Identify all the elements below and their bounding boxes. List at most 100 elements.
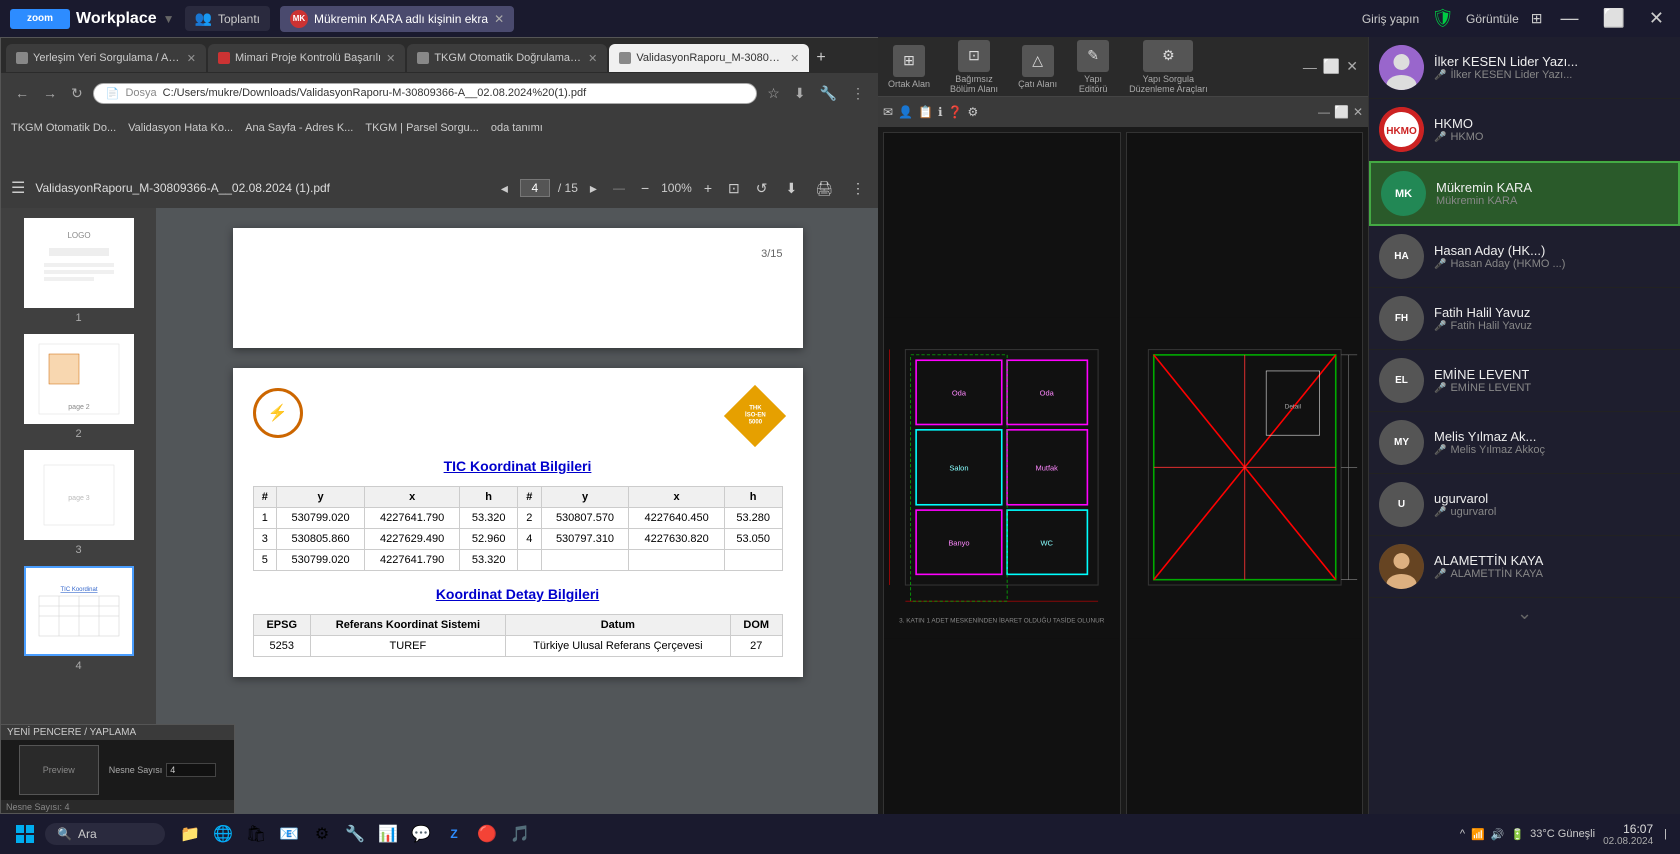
bookmark-2[interactable]: Validasyon Hata Ko...: [128, 122, 233, 134]
tab-1-icon: [16, 52, 28, 64]
goruntle-label[interactable]: Görüntüle: [1466, 12, 1519, 26]
pdf-print[interactable]: 🖨: [811, 178, 837, 199]
start-button[interactable]: [10, 819, 40, 849]
cad-icon-max[interactable]: ⬜: [1334, 105, 1349, 119]
pdf-more[interactable]: ⋮: [847, 178, 869, 199]
cad-icon-min[interactable]: —: [1318, 105, 1330, 119]
bookmark-5[interactable]: oda tanımı: [491, 122, 543, 134]
participant-hkmo[interactable]: HKMO HKMO 🎤 HKMO: [1369, 99, 1680, 161]
new-tab-button[interactable]: +: [811, 49, 830, 67]
browser-chrome: Yerleşim Yeri Sorgulama / Adre... ✕ Mima…: [1, 38, 879, 168]
pdf-thumb-4[interactable]: TIC Koordinat 4: [11, 566, 146, 672]
browser-tab-3[interactable]: TKGM Otomatik Doğrulama U... ✕: [407, 44, 607, 72]
pdf-thumb-img-3: page 3: [24, 450, 134, 540]
pdf-thumb-1[interactable]: LOGO 1: [11, 218, 146, 324]
pdf-menu-icon[interactable]: ☰: [11, 178, 25, 198]
cad-close[interactable]: ✕: [1346, 58, 1358, 75]
cad-drawing-right[interactable]: Detail: [1126, 132, 1364, 824]
maximize-button[interactable]: ⬜: [1596, 6, 1630, 31]
participant-ilker[interactable]: İlker KESEN Lider Yazı... 🎤 İlker KESEN …: [1369, 37, 1680, 99]
taskbar-icon-files[interactable]: 📁: [175, 819, 205, 849]
meeting-tab[interactable]: 👥 Toplantı: [185, 6, 270, 31]
pdf-zoom-out[interactable]: −: [637, 178, 653, 198]
pdf-fit-page[interactable]: ⊡: [724, 178, 744, 199]
bookmark-4[interactable]: TKGM | Parsel Sorgu...: [365, 122, 479, 134]
taskbar-icon-app1[interactable]: 🔧: [340, 819, 370, 849]
cad-icon-3[interactable]: 📋: [918, 105, 933, 119]
cad-tool-yapi-editor[interactable]: ✎ YapıEditörü: [1077, 40, 1109, 94]
pdf-download[interactable]: ⬇: [781, 178, 801, 199]
pdf-main[interactable]: 3/15 ⚡: [156, 208, 879, 853]
taskbar-clock[interactable]: 16:07 02.08.2024: [1603, 822, 1653, 847]
cad-maximize[interactable]: ⬜: [1323, 58, 1340, 75]
cad-icon-6[interactable]: ⚙: [967, 105, 978, 119]
pdf-page-input[interactable]: [520, 179, 550, 197]
systray-arrow[interactable]: ^: [1460, 828, 1465, 840]
taskbar-icon-whatsapp[interactable]: 💬: [406, 819, 436, 849]
cad-drawing-left[interactable]: Oda Oda Salon Mutfak Banyo WC 3. KATIN 1…: [883, 132, 1121, 824]
tab-1-close[interactable]: ✕: [187, 52, 196, 65]
back-button[interactable]: ←: [11, 83, 33, 103]
cad-tool-cati[interactable]: △ Çatı Alanı: [1018, 45, 1057, 89]
participant-hasan[interactable]: HA Hasan Aday (HK...) 🎤 Hasan Aday (HKMO…: [1369, 226, 1680, 288]
participant-alamettin[interactable]: ALAMETTİN KAYA 🎤 ALAMETTİN KAYA: [1369, 536, 1680, 598]
taskbar-icon-store[interactable]: 🛍: [241, 819, 271, 849]
bookmark-button[interactable]: ☆: [763, 83, 784, 104]
share-tab-close[interactable]: ✕: [494, 12, 504, 26]
cad-tool-ortak[interactable]: ⊞ Ortak Alan: [888, 45, 930, 89]
pdf-next-page[interactable]: ▸: [586, 178, 601, 199]
cad-tool-bagimsiz[interactable]: ⊡ BağımsızBölüm Alanı: [950, 40, 998, 94]
tab-2-close[interactable]: ✕: [386, 52, 395, 65]
pdf-prev-page[interactable]: ◂: [497, 178, 512, 199]
gir-label[interactable]: Giriş yapın: [1362, 12, 1419, 26]
participant-ugur[interactable]: U ugurvarol 🎤 ugurvarol: [1369, 474, 1680, 536]
show-desktop[interactable]: |: [1661, 828, 1670, 840]
refresh-button[interactable]: ↻: [67, 83, 87, 104]
browser-tab-4[interactable]: ValidasyonRaporu_M-30809366-... ✕: [609, 44, 809, 72]
pdf-rotate[interactable]: ↺: [752, 178, 772, 199]
participant-mukremin-sub: Mükremin KARA: [1436, 195, 1668, 207]
download-button[interactable]: ⬇: [790, 83, 810, 104]
cad-icon-1[interactable]: ✉: [883, 105, 893, 119]
participant-emine[interactable]: EL EMİNE LEVENT 🎤 EMİNE LEVENT: [1369, 350, 1680, 412]
protocol-label: Dosya: [125, 87, 156, 99]
taskbar-icon-edge[interactable]: 🌐: [208, 819, 238, 849]
cad-tool-yapi-sorgula[interactable]: ⚙ Yapı SorgulaDüzenleme Araçları: [1129, 40, 1208, 94]
browser-tab-1[interactable]: Yerleşim Yeri Sorgulama / Adre... ✕: [6, 44, 206, 72]
extensions-button[interactable]: 🔧: [816, 83, 841, 104]
pdf-thumb-2[interactable]: page 2 2: [11, 334, 146, 440]
cad-icon-close[interactable]: ✕: [1353, 105, 1363, 119]
cad-minimize[interactable]: —: [1303, 58, 1317, 75]
scroll-down-arrow[interactable]: ⌄: [1369, 598, 1680, 629]
share-tab[interactable]: MK Mükremin KARA adlı kişinin ekra ✕: [280, 6, 514, 32]
tab-4-close[interactable]: ✕: [790, 52, 799, 65]
participant-fatih[interactable]: FH Fatih Halil Yavuz 🎤 Fatih Halil Yavuz: [1369, 288, 1680, 350]
browser-tab-2[interactable]: Mimari Proje Kontrolü Başarılı ✕: [208, 44, 405, 72]
cad-icon-4[interactable]: ℹ: [938, 105, 943, 119]
forward-button[interactable]: →: [39, 83, 61, 103]
participant-mukremin[interactable]: MK Mükremin KARA Mükremin KARA: [1369, 161, 1680, 226]
mini-toolbar-label: Nesne Sayısı: 4: [6, 802, 70, 812]
pdf-zoom-in[interactable]: +: [700, 178, 716, 198]
mini-nesne-input[interactable]: [166, 763, 216, 777]
close-button[interactable]: ✕: [1643, 6, 1670, 31]
taskbar-icon-chrome[interactable]: ⚙: [307, 819, 337, 849]
menu-button[interactable]: ⋮: [847, 83, 869, 104]
address-bar[interactable]: 📄 Dosya C:/Users/mukre/Downloads/Validas…: [93, 83, 758, 104]
participant-melis[interactable]: MY Melis Yılmaz Ak... 🎤 Melis Yılmaz Akk…: [1369, 412, 1680, 474]
cad-icon-5[interactable]: ❓: [948, 105, 963, 119]
search-label: Ara: [78, 827, 97, 841]
taskbar-search[interactable]: 🔍 Ara: [45, 823, 165, 845]
taskbar-icon-zoom[interactable]: Z: [439, 819, 469, 849]
taskbar-icon-app2[interactable]: 📊: [373, 819, 403, 849]
bookmark-1[interactable]: TKGM Otomatik Do...: [11, 122, 116, 134]
taskbar-icon-app3[interactable]: 🔴: [472, 819, 502, 849]
pdf-thumb-3[interactable]: page 3 3: [11, 450, 146, 556]
cad-icon-2[interactable]: 👤: [898, 105, 913, 119]
taskbar-icon-mail[interactable]: 📧: [274, 819, 304, 849]
dropdown-arrow[interactable]: ▼: [163, 12, 175, 26]
taskbar-icon-app4[interactable]: 🎵: [505, 819, 535, 849]
minimize-button[interactable]: —: [1554, 6, 1584, 31]
bookmark-3[interactable]: Ana Sayfa - Adres K...: [245, 122, 353, 134]
tab-3-close[interactable]: ✕: [588, 52, 597, 65]
